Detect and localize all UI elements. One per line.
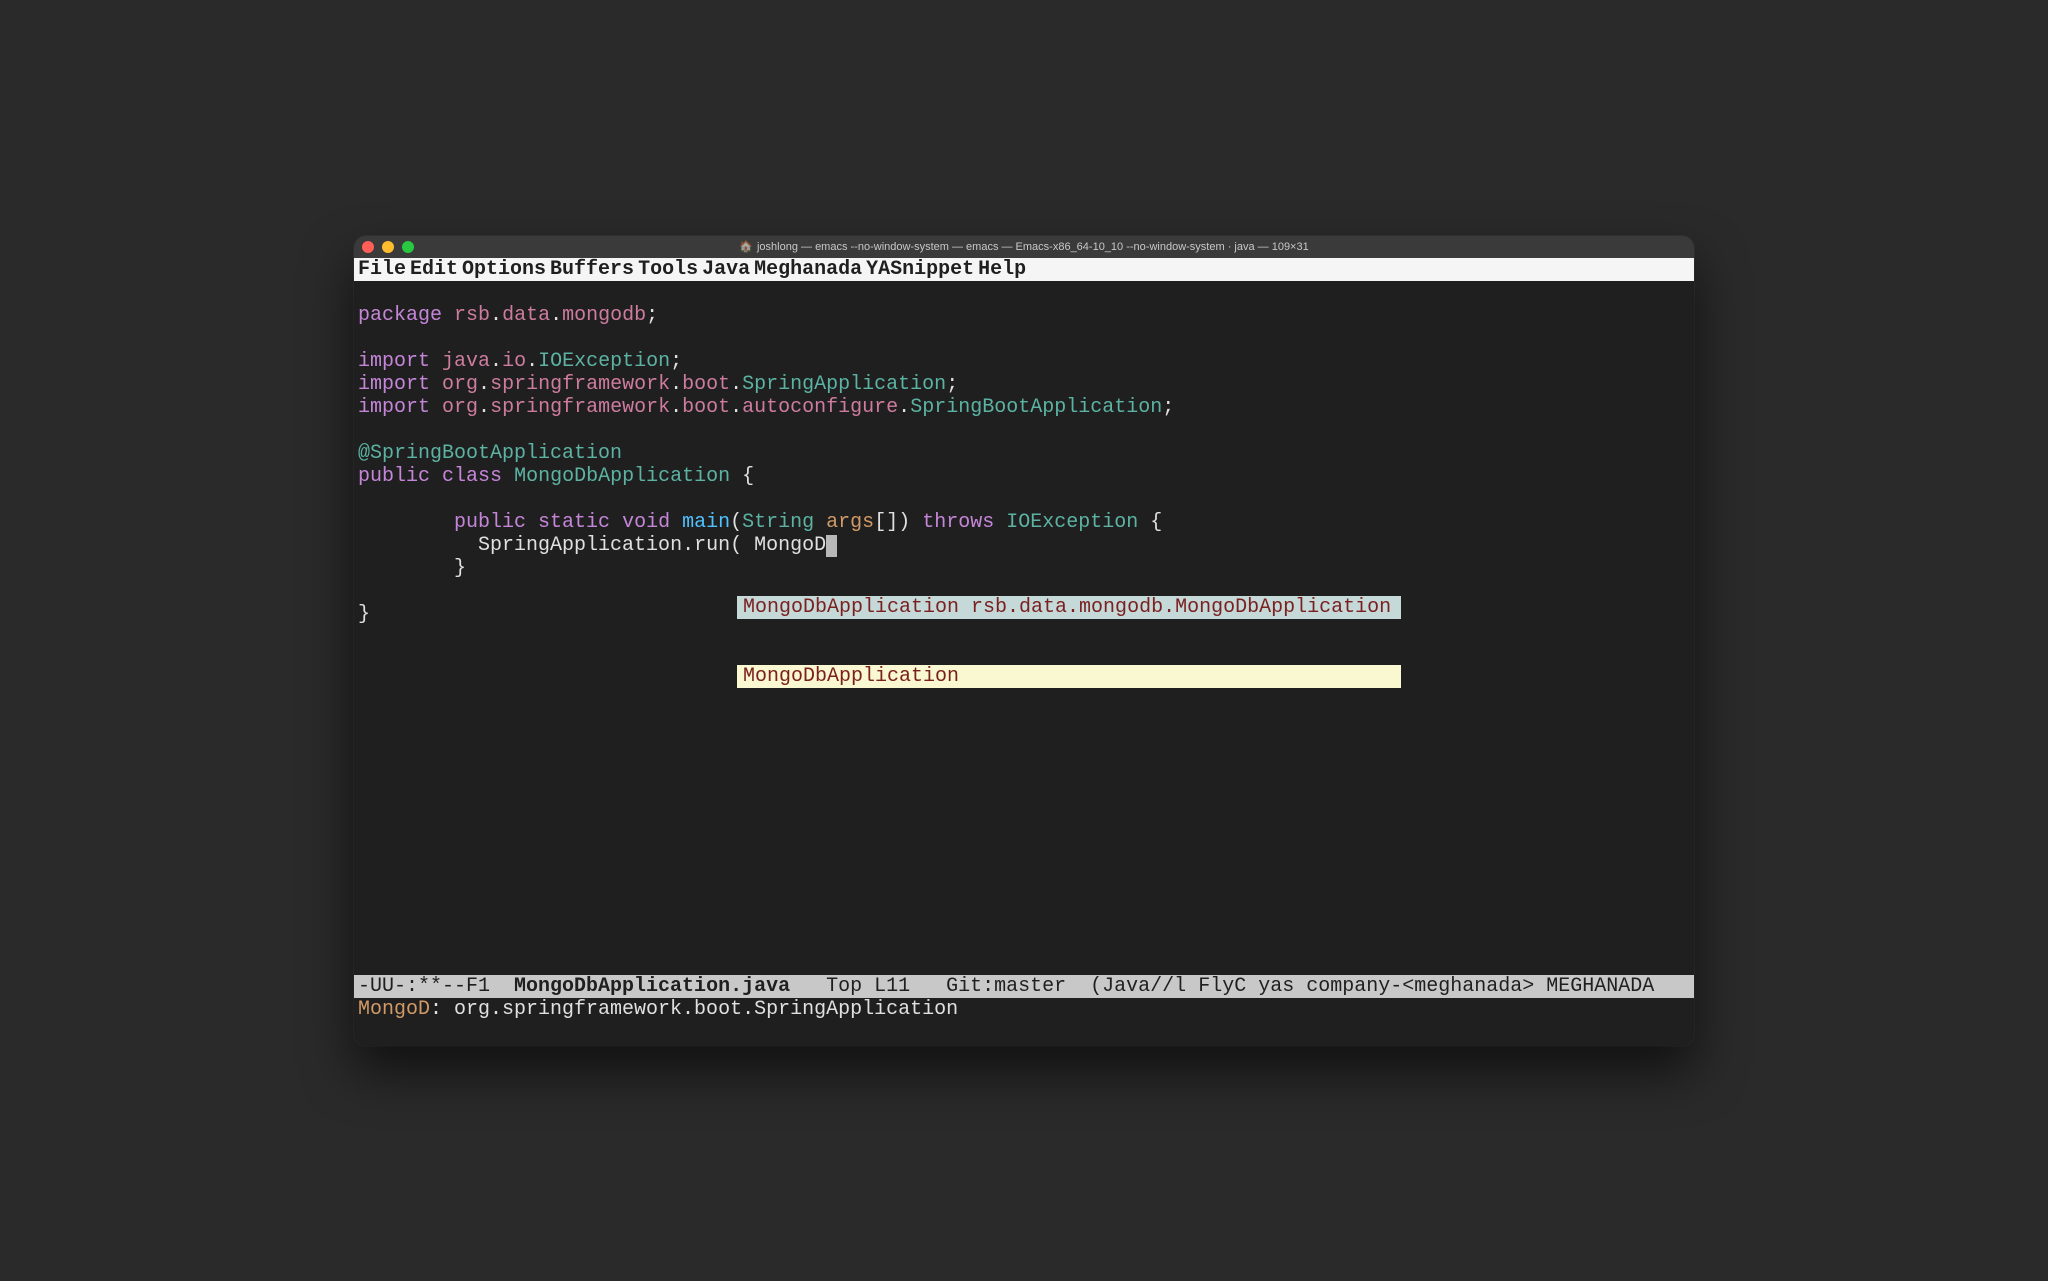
completion-item-selected[interactable]: MongoDbApplication rsb.data.mongodb.Mong… [737, 596, 1401, 619]
menu-options[interactable]: Options [462, 258, 546, 281]
keyword-public: public [358, 465, 430, 488]
keyword-public: public [454, 511, 526, 534]
keyword-package: package [358, 304, 442, 327]
menu-buffers[interactable]: Buffers [550, 258, 634, 281]
window-title-text: joshlong — emacs --no-window-system — em… [757, 241, 1309, 253]
import-seg: boot [682, 373, 730, 396]
import-seg: org [442, 373, 478, 396]
param-type: String [742, 511, 814, 534]
param-name: args [826, 511, 874, 534]
echo-area: MongoD: org.springframework.boot.SpringA… [354, 998, 1694, 1046]
window-title: 🏠 joshlong — emacs --no-window-system — e… [739, 240, 1308, 253]
window-maximize-button[interactable] [402, 241, 414, 253]
window-close-button[interactable] [362, 241, 374, 253]
import-seg: springframework [490, 396, 670, 419]
import-seg: java [442, 350, 490, 373]
import-type: IOException [538, 350, 670, 373]
keyword-throws: throws [922, 511, 994, 534]
emacs-modeline: -UU-:**--F1 MongoDbApplication.java Top … [354, 975, 1694, 998]
method-name: main [682, 511, 730, 534]
keyword-import: import [358, 373, 430, 396]
editor-buffer[interactable]: package rsb.data.mongodb; import java.io… [354, 281, 1694, 975]
window-minimize-button[interactable] [382, 241, 394, 253]
package-seg: rsb [454, 304, 490, 327]
echo-text: : org.springframework.boot.SpringApplica… [430, 998, 958, 1021]
completion-item[interactable]: MongoDbApplication [737, 665, 1401, 688]
brace: { [742, 465, 754, 488]
import-type: SpringApplication [742, 373, 946, 396]
lock-icon: 🏠 [739, 240, 753, 253]
import-seg: org [442, 396, 478, 419]
modeline-modes: (Java//l FlyC yas company-<meghanada> ME… [1090, 975, 1666, 998]
keyword-class: class [442, 465, 502, 488]
exception-type: IOException [1006, 511, 1138, 534]
import-seg: springframework [490, 373, 670, 396]
import-seg: autoconfigure [742, 396, 898, 419]
package-seg: mongodb [562, 304, 646, 327]
menu-yasnippet[interactable]: YASnippet [866, 258, 974, 281]
menu-file[interactable]: File [358, 258, 406, 281]
keyword-static: static [538, 511, 610, 534]
modeline-git: Git:master [946, 975, 1066, 998]
import-seg: boot [682, 396, 730, 419]
menu-java[interactable]: Java [702, 258, 750, 281]
emacs-menubar: File Edit Options Buffers Tools Java Meg… [354, 258, 1694, 281]
keyword-void: void [622, 511, 670, 534]
menu-tools[interactable]: Tools [638, 258, 698, 281]
modeline-position: Top L11 [826, 975, 910, 998]
brace: { [1150, 511, 1162, 534]
import-type: SpringBootApplication [910, 396, 1162, 419]
package-seg: data [502, 304, 550, 327]
keyword-import: import [358, 396, 430, 419]
echo-prefix: MongoD [358, 998, 430, 1021]
completion-popup: MongoDbApplication rsb.data.mongodb.Mong… [737, 550, 1401, 734]
menu-help[interactable]: Help [978, 258, 1026, 281]
annotation: @SpringBootApplication [358, 442, 622, 465]
import-seg: io [502, 350, 526, 373]
menu-edit[interactable]: Edit [410, 258, 458, 281]
brace: } [454, 557, 466, 580]
brace: } [358, 603, 370, 626]
class-name: MongoDbApplication [514, 465, 730, 488]
terminal-window: 🏠 joshlong — emacs --no-window-system — e… [354, 236, 1694, 1046]
menu-meghanada[interactable]: Meghanada [754, 258, 862, 281]
window-titlebar[interactable]: 🏠 joshlong — emacs --no-window-system — e… [354, 236, 1694, 258]
modeline-buffer-name: MongoDbApplication.java [514, 975, 790, 998]
modeline-prefix: -UU-:**--F1 [358, 975, 514, 998]
keyword-import: import [358, 350, 430, 373]
traffic-lights [362, 241, 414, 253]
